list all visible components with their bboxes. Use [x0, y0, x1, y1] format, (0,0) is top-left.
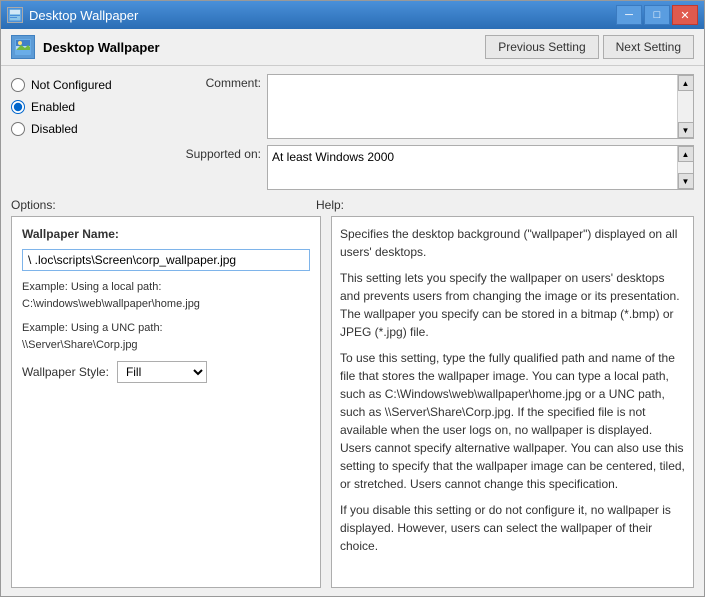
window-header: Desktop Wallpaper Previous Setting Next … [1, 29, 704, 66]
example1-label: Example: Using a local path: [22, 279, 310, 296]
title-bar: Desktop Wallpaper ─ □ ✕ [1, 1, 704, 29]
supported-scroll-up[interactable]: ▲ [678, 146, 694, 162]
help-section-label: Help: [316, 198, 344, 212]
header-buttons: Previous Setting Next Setting [485, 35, 694, 59]
scroll-down-arrow[interactable]: ▼ [678, 122, 694, 138]
supported-row: Supported on: At least Windows 2000 ▲ ▼ [161, 145, 694, 190]
header-left: Desktop Wallpaper [11, 35, 160, 59]
help-para-4: If you disable this setting or do not co… [340, 501, 685, 555]
comment-textarea[interactable] [268, 75, 677, 138]
comment-scrollbar: ▲ ▼ [677, 75, 693, 138]
content-area: Not Configured Enabled Disabled Comment: [1, 66, 704, 596]
radio-not-configured-input[interactable] [11, 78, 25, 92]
form-section: Comment: ▲ ▼ Supported on: At least Wind… [161, 74, 694, 190]
example2-label: Example: Using a UNC path: [22, 320, 310, 337]
title-bar-left: Desktop Wallpaper [7, 7, 138, 23]
header-title: Desktop Wallpaper [43, 40, 160, 55]
radio-not-configured[interactable]: Not Configured [11, 78, 151, 92]
style-row: Wallpaper Style: Fill Stretch Tile Cente… [22, 361, 310, 383]
example1-block: Example: Using a local path: C:\windows\… [22, 279, 310, 312]
divider-row: Options: Help: [11, 198, 694, 212]
radio-disabled[interactable]: Disabled [11, 122, 151, 136]
supported-value: At least Windows 2000 [268, 146, 677, 189]
bottom-section: Wallpaper Name: Example: Using a local p… [11, 216, 694, 588]
help-para-3: To use this setting, type the fully qual… [340, 349, 685, 493]
options-section-label: Options: [11, 198, 56, 212]
example2-block: Example: Using a UNC path: \\Server\Shar… [22, 320, 310, 353]
radio-enabled-input[interactable] [11, 100, 25, 114]
close-button[interactable]: ✕ [672, 5, 698, 25]
header-icon [11, 35, 35, 59]
wallpaper-name-label: Wallpaper Name: [22, 227, 310, 241]
main-window: Desktop Wallpaper ─ □ ✕ Desktop Wallpape… [0, 0, 705, 597]
help-para-2: This setting lets you specify the wallpa… [340, 269, 685, 341]
help-para-1: Specifies the desktop background ("wallp… [340, 225, 685, 261]
next-setting-button[interactable]: Next Setting [603, 35, 694, 59]
window-title: Desktop Wallpaper [29, 8, 138, 23]
wallpaper-name-input[interactable] [22, 249, 310, 271]
maximize-button[interactable]: □ [644, 5, 670, 25]
example2-value: \\Server\Share\Corp.jpg [22, 337, 310, 354]
example1-value: C:\windows\web\wallpaper\home.jpg [22, 296, 310, 313]
help-panel: Specifies the desktop background ("wallp… [331, 216, 694, 588]
scroll-up-arrow[interactable]: ▲ [678, 75, 694, 91]
window-icon [7, 7, 23, 23]
style-select[interactable]: Fill Stretch Tile Center Fit Span [117, 361, 207, 383]
comment-row: Comment: ▲ ▼ [161, 74, 694, 139]
top-section: Not Configured Enabled Disabled Comment: [11, 74, 694, 190]
supported-scroll-down[interactable]: ▼ [678, 173, 694, 189]
supported-label: Supported on: [161, 145, 261, 161]
prev-setting-button[interactable]: Previous Setting [485, 35, 598, 59]
options-panel: Wallpaper Name: Example: Using a local p… [11, 216, 321, 588]
style-label: Wallpaper Style: [22, 365, 109, 379]
comment-label: Comment: [161, 74, 261, 90]
radio-not-configured-label: Not Configured [31, 78, 112, 92]
radio-group: Not Configured Enabled Disabled [11, 74, 151, 190]
radio-disabled-label: Disabled [31, 122, 78, 136]
radio-enabled-label: Enabled [31, 100, 75, 114]
radio-enabled[interactable]: Enabled [11, 100, 151, 114]
title-controls: ─ □ ✕ [616, 5, 698, 25]
radio-disabled-input[interactable] [11, 122, 25, 136]
supported-scrollbar: ▲ ▼ [677, 146, 693, 189]
minimize-button[interactable]: ─ [616, 5, 642, 25]
